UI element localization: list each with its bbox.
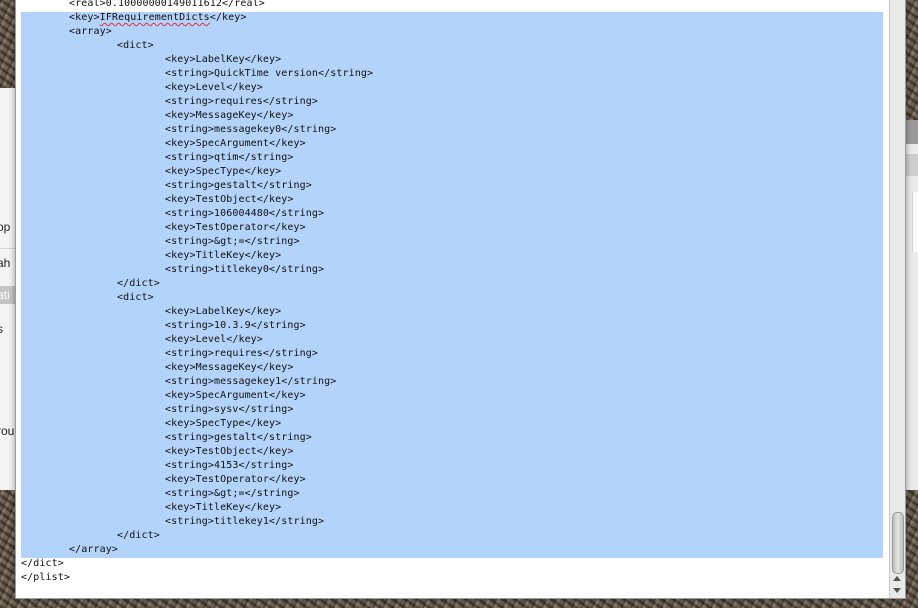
code-line[interactable]: <dict> bbox=[117, 291, 154, 305]
code-line[interactable]: <string>4153</string> bbox=[165, 459, 294, 473]
code-line[interactable]: <string>gestalt</string> bbox=[165, 431, 312, 445]
code-line[interactable]: <string>qtim</string> bbox=[165, 151, 294, 165]
code-line[interactable]: <key>SpecType</key> bbox=[165, 165, 281, 179]
code-line[interactable]: <string>messagekey0</string> bbox=[165, 123, 336, 137]
background-toolbar bbox=[905, 120, 918, 144]
misspelled-word[interactable]: IFRequirementDicts bbox=[100, 12, 210, 23]
code-line[interactable]: <key>MessageKey</key> bbox=[165, 361, 294, 375]
code-line[interactable]: <dict> bbox=[117, 39, 154, 53]
code-line[interactable]: <key>Level</key> bbox=[165, 333, 263, 347]
scrollbar-thumb[interactable] bbox=[892, 512, 904, 574]
code-line[interactable]: <string>sysv</string> bbox=[165, 403, 294, 417]
code-line[interactable]: <key>SpecArgument</key> bbox=[165, 389, 306, 403]
code-line[interactable]: <key>TestObject</key> bbox=[165, 445, 294, 459]
code-line[interactable]: <key>TestOperator</key> bbox=[165, 473, 306, 487]
background-window-right[interactable] bbox=[904, 120, 918, 490]
scroll-down-arrow-icon[interactable] bbox=[893, 588, 901, 593]
code-line[interactable]: </dict> bbox=[21, 557, 64, 571]
code-line[interactable]: <key>MessageKey</key> bbox=[165, 109, 294, 123]
background-panel-edge bbox=[912, 192, 918, 252]
code-line[interactable]: <key>TestOperator</key> bbox=[165, 221, 306, 235]
background-toolbar-secondary bbox=[905, 154, 918, 176]
code-line[interactable]: <real>0.10000000149011612</real> bbox=[69, 0, 265, 11]
scroll-up-arrow-icon[interactable] bbox=[893, 576, 901, 581]
code-line[interactable]: <array> bbox=[69, 25, 112, 39]
code-line[interactable]: <string>gestalt</string> bbox=[165, 179, 312, 193]
code-line[interactable]: <string>requires</string> bbox=[165, 347, 318, 361]
code-text: <key> bbox=[69, 12, 100, 23]
code-line[interactable]: <key>Level</key> bbox=[165, 81, 263, 95]
code-line[interactable]: <key>TestObject</key> bbox=[165, 193, 294, 207]
code-line[interactable]: <string>QuickTime version</string> bbox=[165, 67, 373, 81]
code-line[interactable]: </dict> bbox=[117, 277, 160, 291]
code-line[interactable]: <key>SpecArgument</key> bbox=[165, 137, 306, 151]
code-line[interactable]: <string>&gt;=</string> bbox=[165, 487, 300, 501]
code-line[interactable]: <string>messagekey1</string> bbox=[165, 375, 336, 389]
code-line[interactable]: </plist> bbox=[21, 571, 70, 585]
code-line[interactable]: <key>LabelKey</key> bbox=[165, 305, 281, 319]
code-line[interactable]: <string>titlekey1</string> bbox=[165, 515, 324, 529]
code-line[interactable]: <string>&gt;=</string> bbox=[165, 235, 300, 249]
text-editor-content[interactable]: <real>0.10000000149011612</real> <key>IFR… bbox=[16, 0, 889, 598]
code-line[interactable]: </dict> bbox=[117, 529, 160, 543]
code-line[interactable]: <key>TitleKey</key> bbox=[165, 501, 281, 515]
code-line[interactable]: </array> bbox=[69, 543, 118, 557]
code-line[interactable]: <string>titlekey0</string> bbox=[165, 263, 324, 277]
vertical-scrollbar[interactable] bbox=[889, 0, 905, 598]
code-text: </key> bbox=[209, 12, 247, 23]
code-line[interactable]: <key>SpecType</key> bbox=[165, 417, 281, 431]
text-editor-window[interactable]: <real>0.10000000149011612</real> <key>IFR… bbox=[15, 0, 906, 599]
code-line[interactable]: <key>IFRequirementDicts</key> bbox=[69, 11, 247, 25]
code-line[interactable]: <string>requires</string> bbox=[165, 95, 318, 109]
code-line[interactable]: <key>TitleKey</key> bbox=[165, 249, 281, 263]
code-line[interactable]: <string>106004480</string> bbox=[165, 207, 324, 221]
code-line[interactable]: <string>10.3.9</string> bbox=[165, 319, 306, 333]
code-line[interactable]: <key>LabelKey</key> bbox=[165, 53, 281, 67]
